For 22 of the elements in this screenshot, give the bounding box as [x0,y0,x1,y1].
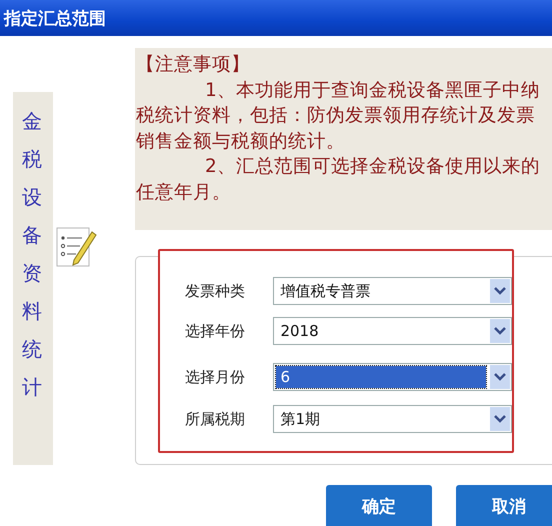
field-label: 选择年份 [185,322,246,340]
dropdown[interactable]: 2018 [273,317,512,345]
notice-text: 税统计资料，包括：防伪发票领用存统计及发票 [136,104,536,128]
dropdown[interactable]: 第1期 [273,405,512,433]
chevron-down-icon[interactable] [490,319,510,343]
chevron-down-icon[interactable] [490,365,510,389]
notice-heading: 【注意事项】 [136,53,251,77]
notice-text: 销售金额与税额的统计。 [136,130,346,154]
chevron-down-icon[interactable] [490,279,510,303]
notice-text: 2、汇总范围可选择金税设备使用以来的 [204,155,541,179]
field-label: 所属税期 [185,410,246,428]
chevron-down-icon[interactable] [490,407,510,431]
sidebar-label: 金税设备资料统计 [13,92,53,465]
notice-text: 任意年月。 [136,180,232,204]
window-title: 指定汇总范围 [4,8,106,30]
field-label: 发票种类 [185,282,246,300]
dialog-button[interactable]: 确定 [326,485,432,526]
notice-text: 1、本功能用于查询金税设备黑匣子中纳 [204,78,541,102]
dropdown[interactable]: 增值税专普票 [273,277,512,305]
field-label: 选择月份 [185,368,246,386]
dialog-button[interactable]: 取消 [456,485,552,526]
dropdown[interactable]: 6 [273,363,512,391]
